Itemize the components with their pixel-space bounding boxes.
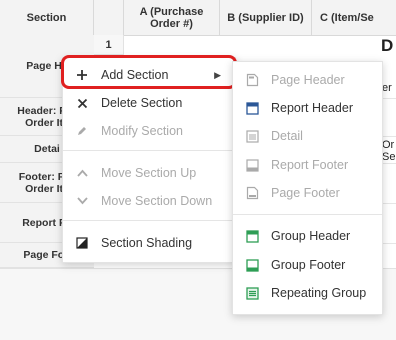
move-section-down-menu-item[interactable]: Move Section Down <box>63 187 235 215</box>
menu-item-label: Group Footer <box>271 258 346 272</box>
column-header-c[interactable]: C (Item/Se <box>312 0 396 35</box>
menu-item-label: Add Section <box>101 68 169 82</box>
shading-icon <box>71 237 93 249</box>
detail-icon <box>241 129 263 143</box>
repeating-group-menu-item[interactable]: Repeating Group <box>233 279 382 307</box>
column-header-a[interactable]: A (Purchase Order #) <box>124 0 220 35</box>
chevron-down-icon <box>71 197 93 205</box>
move-section-up-menu-item[interactable]: Move Section Up <box>63 159 235 187</box>
report-header-menu-item[interactable]: Report Header <box>233 94 382 122</box>
menu-item-label: Modify Section <box>101 124 183 138</box>
close-icon <box>71 98 93 109</box>
pencil-icon <box>71 125 93 137</box>
group-header-icon <box>241 229 263 243</box>
menu-item-label: Move Section Down <box>101 194 213 208</box>
menu-item-label: Group Header <box>271 229 351 243</box>
report-header-icon <box>241 101 263 115</box>
column-header-b[interactable]: B (Supplier ID) <box>220 0 312 35</box>
column-header-section[interactable]: Section <box>0 0 94 35</box>
cell-text-peek: D <box>381 36 394 55</box>
page-footer-icon <box>241 186 263 200</box>
section-context-menu: Add Section ▶ Delete Section Modify Sect… <box>62 57 236 263</box>
plus-icon <box>71 69 93 81</box>
section-label: Detai <box>34 143 60 155</box>
menu-item-label: Report Footer <box>271 158 349 172</box>
menu-separator <box>233 214 382 215</box>
detail-menu-item[interactable]: Detail <box>233 122 382 150</box>
modify-section-menu-item[interactable]: Modify Section <box>63 117 235 145</box>
menu-item-label: Move Section Up <box>101 166 197 180</box>
menu-item-label: Page Footer <box>271 186 340 200</box>
add-section-menu-item[interactable]: Add Section ▶ <box>63 61 235 89</box>
menu-item-label: Delete Section <box>101 96 183 110</box>
menu-separator <box>63 150 235 151</box>
add-section-submenu: Page Header Report Header Detail Report … <box>232 61 383 315</box>
column-header-row: Section A (Purchase Order #) B (Supplier… <box>0 0 396 36</box>
report-footer-icon <box>241 158 263 172</box>
menu-item-label: Repeating Group <box>271 286 367 300</box>
column-header-rownum <box>94 0 124 35</box>
menu-item-label: Detail <box>271 129 303 143</box>
page-footer-menu-item[interactable]: Page Footer <box>233 179 382 207</box>
repeating-group-icon <box>241 286 263 300</box>
menu-item-label: Section Shading <box>101 236 193 250</box>
cell-text-peek: er <box>382 82 392 94</box>
menu-item-label: Report Header <box>271 101 353 115</box>
menu-separator <box>63 220 235 221</box>
row-number: 1 <box>94 35 124 55</box>
group-footer-menu-item[interactable]: Group Footer <box>233 251 382 279</box>
report-footer-menu-item[interactable]: Report Footer <box>233 151 382 179</box>
cell-text-peek: Or <box>382 139 395 151</box>
menu-item-label: Page Header <box>271 73 345 87</box>
submenu-arrow-icon: ▶ <box>214 69 221 80</box>
delete-section-menu-item[interactable]: Delete Section <box>63 89 235 117</box>
section-shading-menu-item[interactable]: Section Shading <box>63 229 235 257</box>
page-header-icon <box>241 73 263 87</box>
group-footer-icon <box>241 258 263 272</box>
page-header-menu-item[interactable]: Page Header <box>233 66 382 94</box>
cell-text-peek: Se <box>382 151 396 163</box>
chevron-up-icon <box>71 169 93 177</box>
group-header-menu-item[interactable]: Group Header <box>233 222 382 250</box>
